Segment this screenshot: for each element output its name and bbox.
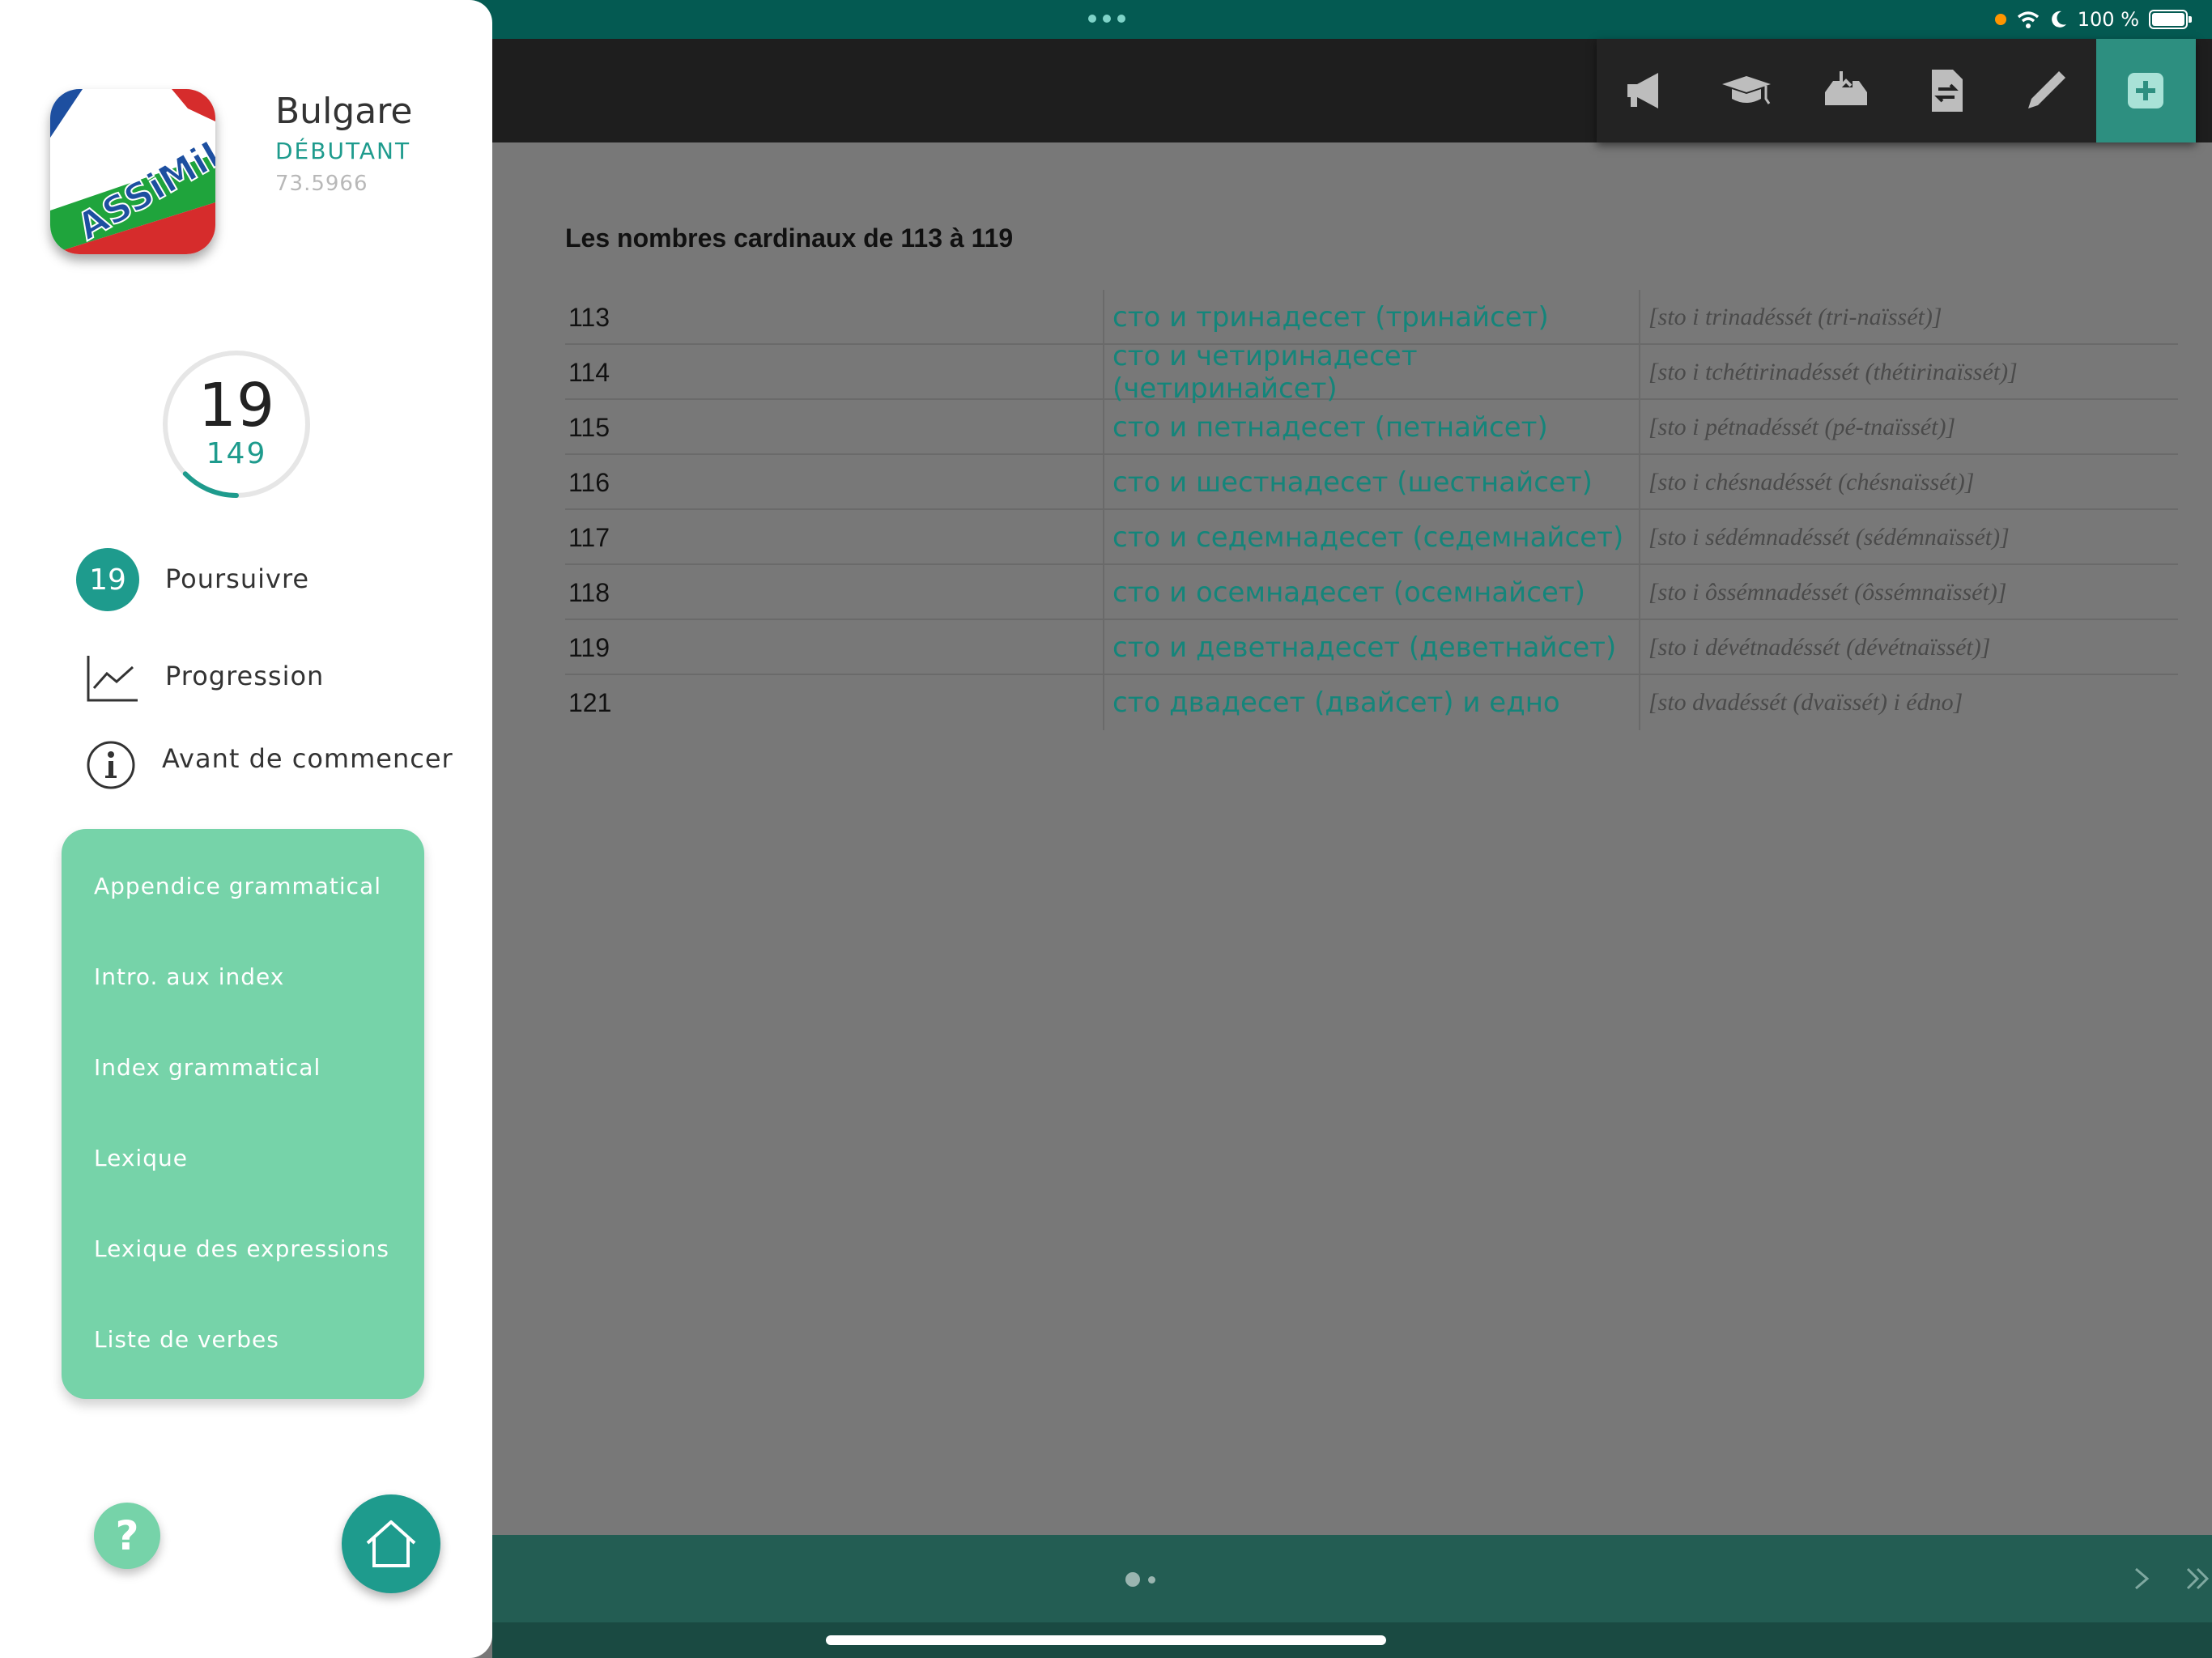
wifi-icon <box>2017 11 2039 28</box>
inbox-tray-icon[interactable] <box>1797 39 1896 142</box>
pronunciation-cell: [sto i ôssémnadéssét (ôssémnaïssét)] <box>1639 565 2178 620</box>
chart-line-icon[interactable] <box>86 654 139 703</box>
number-cell: 118 <box>568 577 610 607</box>
add-note-button[interactable] <box>2095 39 2196 142</box>
menu-item-expressions[interactable]: Lexique des expressions <box>94 1235 389 1262</box>
status-indicators: 100 % <box>1994 6 2192 32</box>
home-indicator[interactable] <box>826 1635 1386 1645</box>
pronunciation-cell: [sto i trinadéssét (tri-naïssét)] <box>1639 290 2178 345</box>
table-row: 115 сто и петнадесет (петнайсет) [sto i … <box>565 400 2178 455</box>
bulgarian-cell[interactable]: сто двадесет (двайсет) и едно <box>1103 675 1639 730</box>
graduation-cap-icon[interactable] <box>1696 39 1796 142</box>
number-cell: 115 <box>568 412 610 442</box>
page-nav-bar <box>492 1535 2212 1622</box>
info-icon[interactable] <box>86 740 136 790</box>
appendix-menu: Appendice grammatical Intro. aux index I… <box>62 829 424 1399</box>
table-row: 117 сто и седемнадесет (седемнайсет) [st… <box>565 510 2178 565</box>
sidebar: ASSiMiL Bulgare DÉBUTANT 73.5966 19 149 … <box>0 0 492 1658</box>
number-cell: 121 <box>568 687 612 717</box>
number-cell: 114 <box>568 357 610 387</box>
megaphone-icon[interactable] <box>1597 39 1696 142</box>
bulgarian-cell[interactable]: сто и четиринадесет (четиринайсет) <box>1103 340 1639 405</box>
menu-item-grammar-appendix[interactable]: Appendice grammatical <box>94 873 381 899</box>
bulgarian-cell[interactable]: сто и тринадесет (тринайсет) <box>1103 290 1639 345</box>
number-cell: 117 <box>568 522 610 552</box>
page-dot <box>1148 1575 1155 1584</box>
course-title: Bulgare <box>275 91 413 132</box>
home-icon <box>366 1520 416 1567</box>
number-cell: 119 <box>568 632 610 662</box>
course-logo: ASSiMiL <box>50 89 215 254</box>
pronunciation-cell: [sto dvadéssét (dvaïssét) i édno] <box>1639 675 2178 730</box>
course-level: DÉBUTANT <box>275 138 411 164</box>
total-lessons: 149 <box>206 437 267 470</box>
page-dot-active <box>1125 1572 1140 1587</box>
bulgarian-cell[interactable]: сто и петнадесет (петнайсет) <box>1103 400 1639 455</box>
moon-icon <box>2051 11 2066 28</box>
mic-indicator-icon <box>1994 14 2006 25</box>
progression-button[interactable]: Progression <box>165 661 324 691</box>
battery-icon <box>2149 10 2192 29</box>
lesson-toolbar <box>1597 39 2196 142</box>
bulgarian-cell[interactable]: сто и деветнадесет (деветнайсет) <box>1103 620 1639 675</box>
section-title: Les nombres cardinaux de 113 à 119 <box>565 223 1014 253</box>
continue-button[interactable]: Poursuivre <box>165 563 309 594</box>
number-cell: 113 <box>568 302 610 332</box>
multitasking-dots[interactable] <box>1088 15 1125 23</box>
table-row: 113 сто и тринадесет (тринайсет) [sto i … <box>565 290 2178 345</box>
menu-item-index-intro[interactable]: Intro. aux index <box>94 963 284 990</box>
number-cell: 116 <box>568 467 610 497</box>
lesson-badge[interactable]: 19 <box>76 548 139 611</box>
table-row: 118 сто и осемнадесет (осемнайсет) [sto … <box>565 565 2178 620</box>
bulgarian-cell[interactable]: сто и шестнадесет (шестнайсет) <box>1103 455 1639 510</box>
page-indicator[interactable] <box>1125 1572 1155 1587</box>
current-lesson-number: 19 <box>198 371 275 440</box>
table-row: 121 сто двадесет (двайсет) и едно [sto d… <box>565 675 2178 730</box>
plus-square-icon <box>2128 73 2164 108</box>
table-row: 116 сто и шестнадесет (шестнайсет) [sto … <box>565 455 2178 510</box>
menu-item-lexicon[interactable]: Lexique <box>94 1145 188 1171</box>
pronunciation-cell: [sto i chésnadéssét (chésnaïssét)] <box>1639 455 2178 510</box>
before-starting-button[interactable]: Avant de commencer <box>162 743 453 774</box>
document-swap-icon[interactable] <box>1896 39 1996 142</box>
pronunciation-cell: [sto i tchétirinadéssét (thétirinaïssét)… <box>1639 345 2178 400</box>
numbers-table: 113 сто и тринадесет (тринайсет) [sto i … <box>565 290 2178 730</box>
question-icon: ? <box>115 1512 139 1559</box>
table-row: 119 сто и деветнадесет (деветнайсет) [st… <box>565 620 2178 675</box>
course-code: 73.5966 <box>275 172 368 196</box>
pronunciation-cell: [sto i pétnadéssét (pé-tnaïssét)] <box>1639 400 2178 455</box>
chevron-right-icon[interactable] <box>2126 1558 2159 1600</box>
pencil-icon[interactable] <box>1996 39 2095 142</box>
home-button[interactable] <box>342 1494 440 1593</box>
help-button[interactable]: ? <box>94 1503 160 1569</box>
menu-item-verb-list[interactable]: Liste de verbes <box>94 1326 279 1353</box>
battery-percent: 100 % <box>2077 8 2139 31</box>
pronunciation-cell: [sto i sédémnadéssét (sédémnaïssét)] <box>1639 510 2178 565</box>
bulgarian-cell[interactable]: сто и осемнадесет (осемнайсет) <box>1103 565 1639 620</box>
double-chevron-right-icon[interactable] <box>2183 1558 2212 1600</box>
bulgarian-cell[interactable]: сто и седемнадесет (седемнайсет) <box>1103 510 1639 565</box>
pronunciation-cell: [sto i dévétnadéssét (dévétnaïssét)] <box>1639 620 2178 675</box>
table-row: 114 сто и четиринадесет (четиринайсет) [… <box>565 340 2178 405</box>
menu-item-grammar-index[interactable]: Index grammatical <box>94 1054 321 1081</box>
